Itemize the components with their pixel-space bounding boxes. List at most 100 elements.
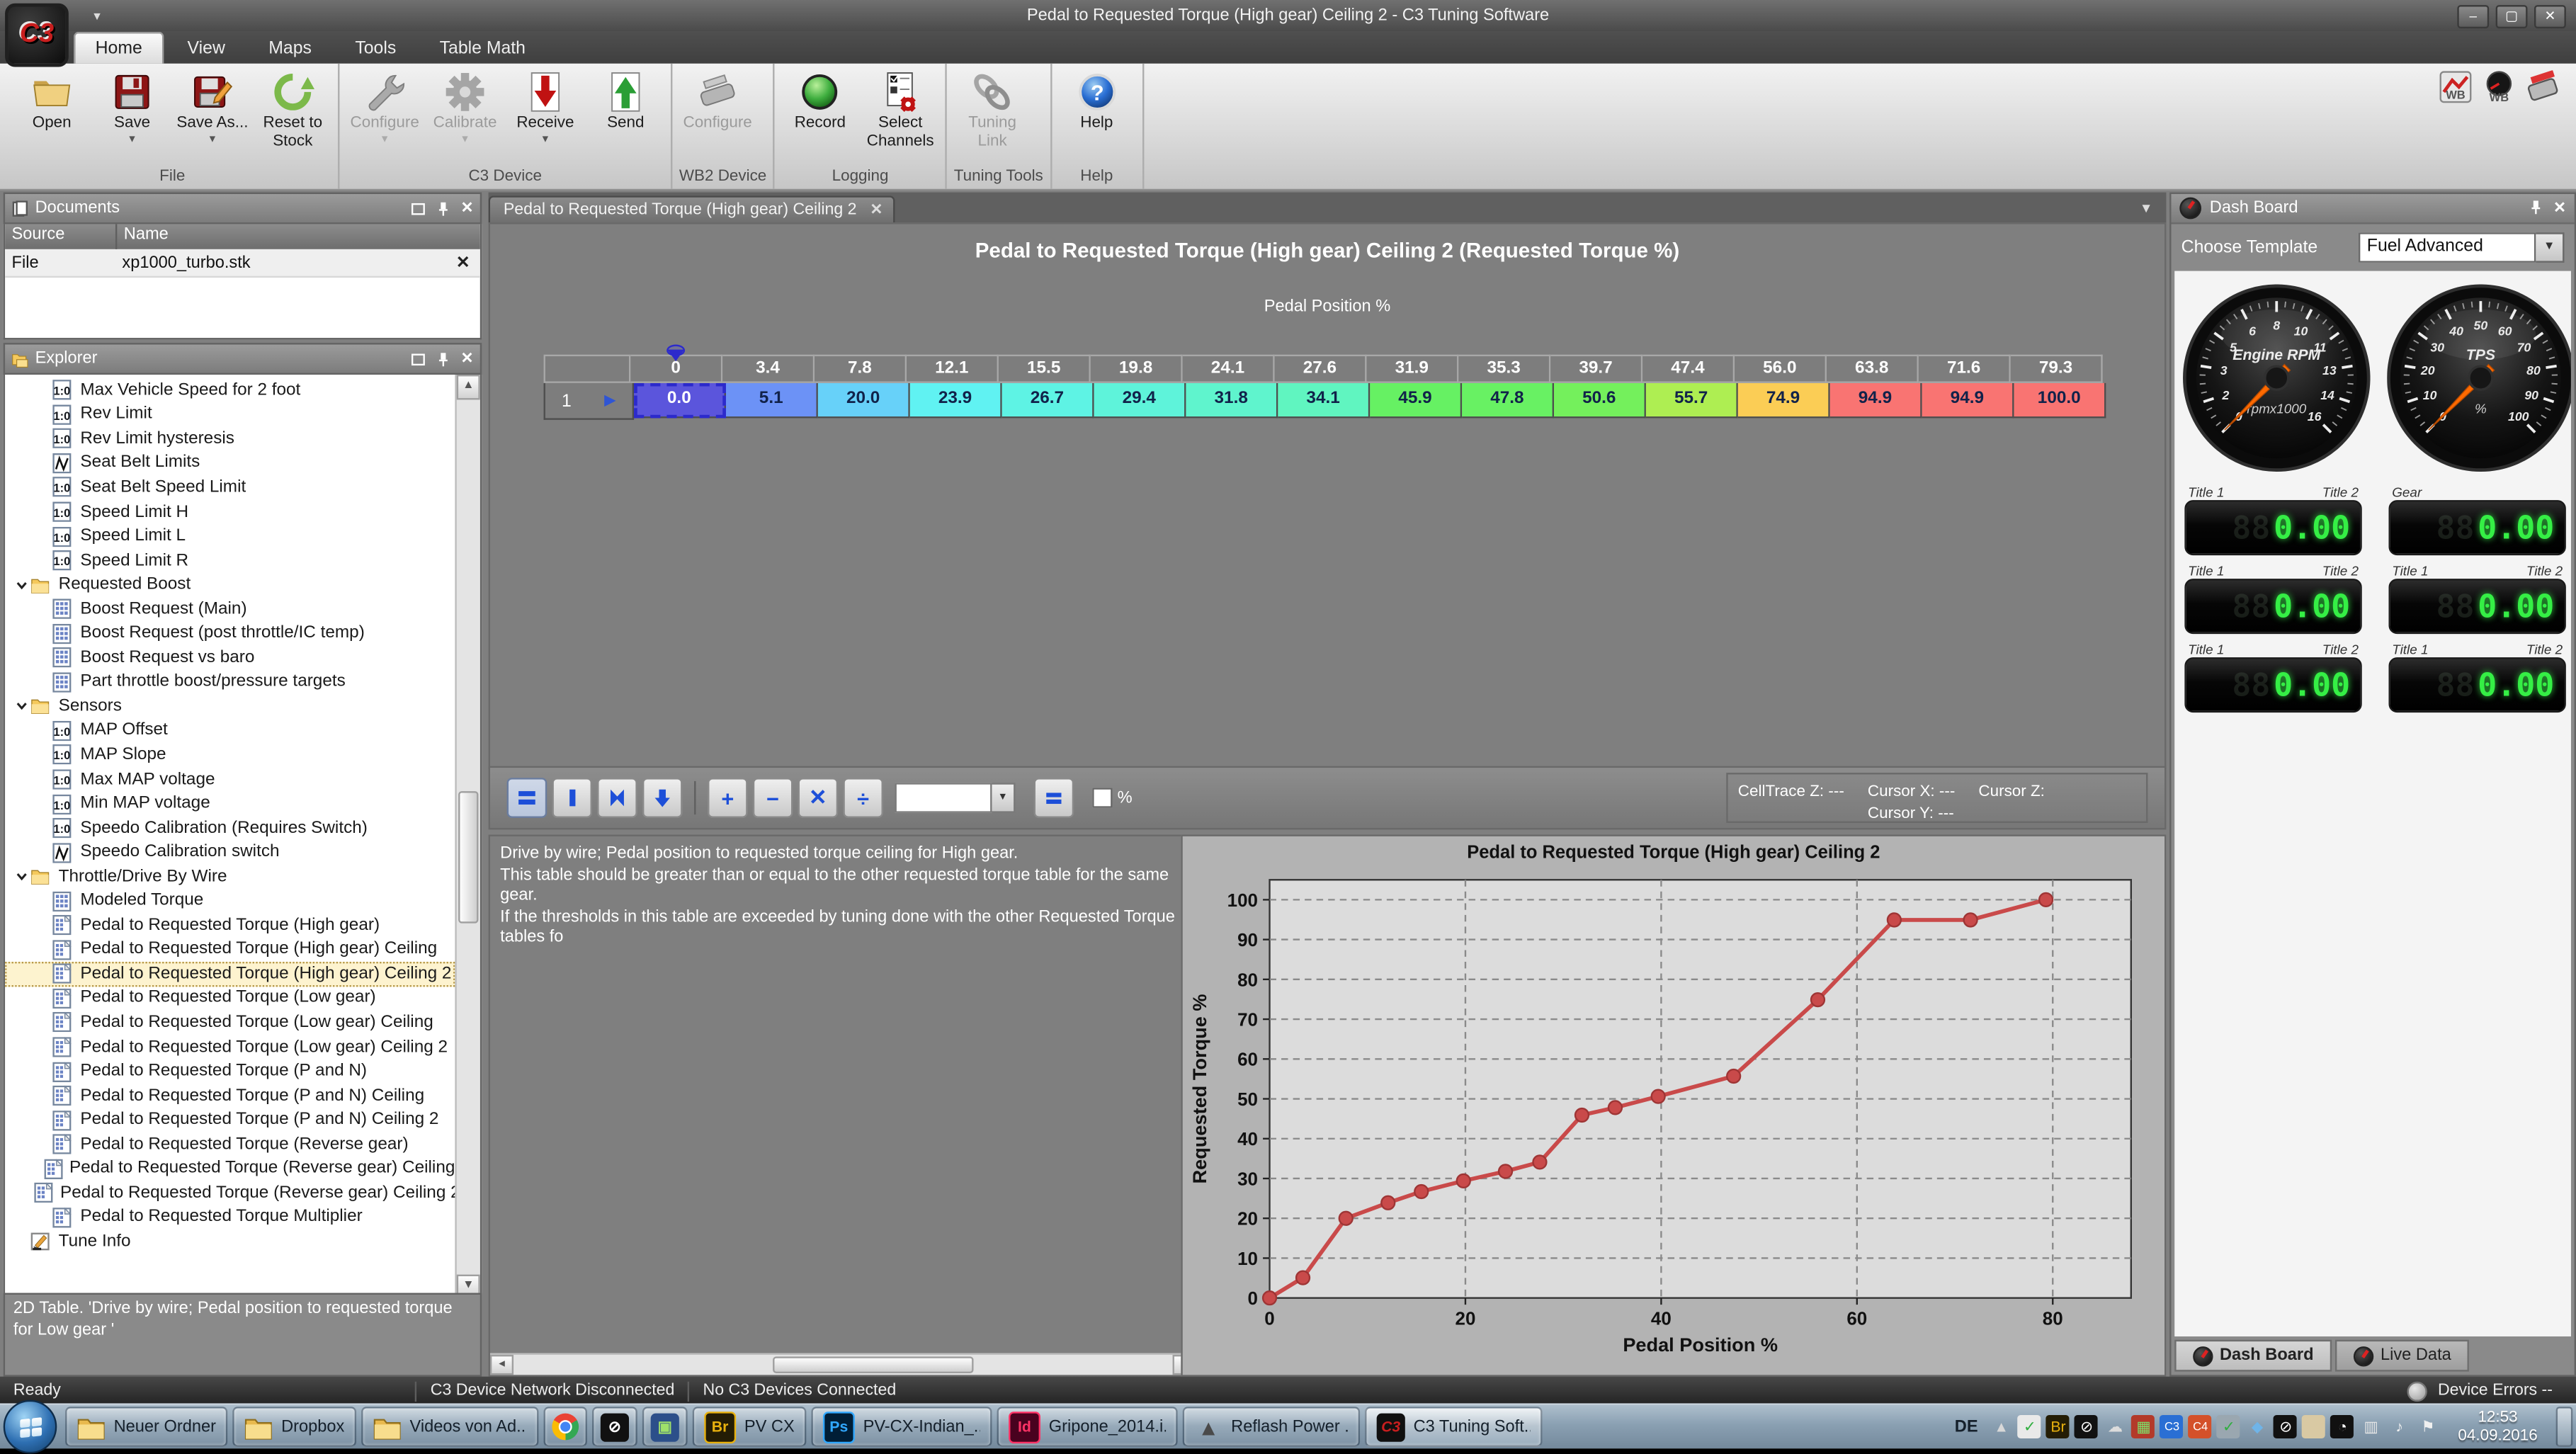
column-header-3.4[interactable]: 3.4	[722, 355, 815, 383]
scrollbar-thumb[interactable]	[458, 791, 478, 924]
table-cell[interactable]: 94.9	[1922, 383, 2014, 419]
fit-cells-button[interactable]	[597, 778, 637, 818]
table-cell[interactable]: 0.0	[634, 383, 726, 419]
save-as-button[interactable]: Save As...▼	[174, 67, 251, 165]
table-cell[interactable]: 47.8	[1462, 383, 1554, 419]
tree-item-sensors[interactable]: Sensors	[5, 694, 455, 718]
notes-horizontal-scrollbar[interactable]: ◄ ►	[490, 1354, 1196, 1376]
tree-item-seat-belt-speed-limit[interactable]: 1:0Seat Belt Speed Limit	[5, 475, 455, 499]
row-header[interactable]: 1▶	[544, 383, 635, 420]
documents-col-name[interactable]: Name	[117, 224, 480, 249]
taskbar-clock[interactable]: 12:5304.09.2016	[2445, 1409, 2551, 1446]
taskbar-pv-cx-indian-button[interactable]: PsPV-CX-Indian_...	[811, 1407, 992, 1448]
tab-list-dropdown-icon[interactable]: ▼	[2140, 200, 2167, 222]
tray-creative-cloud-icon[interactable]: ☁	[2104, 1416, 2127, 1439]
collapse-chevron-icon[interactable]	[12, 700, 30, 713]
float-icon[interactable]	[411, 200, 428, 217]
tree-item-max-vehicle-speed-for-2-foot[interactable]: 1:0Max Vehicle Speed for 2 foot	[5, 378, 455, 402]
value-combobox[interactable]: ▼	[895, 783, 1016, 813]
table-cell[interactable]: 55.7	[1646, 383, 1738, 419]
tree-item-max-map-voltage[interactable]: 1:0Max MAP voltage	[5, 767, 455, 791]
tree-item-seat-belt-limits[interactable]: Seat Belt Limits	[5, 451, 455, 475]
close-panel-icon[interactable]: ✕	[461, 199, 474, 217]
wb-chart-icon[interactable]: WB	[2439, 70, 2472, 103]
minimize-button[interactable]: ‒	[2457, 4, 2489, 28]
ribbon-tab-view[interactable]: View	[167, 33, 245, 64]
configure-button[interactable]: Configure	[679, 67, 756, 165]
close-document-icon[interactable]: ✕	[456, 254, 480, 272]
column-header-31.9[interactable]: 31.9	[1367, 355, 1459, 383]
app-logo-icon[interactable]: C3	[5, 4, 69, 67]
tree-item-pedal-to-requested-torque-reverse-gear-ceiling-2[interactable]: Pedal to Requested Torque (Reverse gear)…	[5, 1181, 455, 1205]
tree-item-min-map-voltage[interactable]: 1:0Min MAP voltage	[5, 792, 455, 816]
column-header-79.3[interactable]: 79.3	[2011, 355, 2103, 383]
tray-gauge-app-icon[interactable]: ◔	[2331, 1416, 2354, 1439]
column-header-7.8[interactable]: 7.8	[815, 355, 907, 383]
column-header-56.0[interactable]: 56.0	[1735, 355, 1827, 383]
tree-item-rev-limit[interactable]: 1:0Rev Limit	[5, 402, 455, 426]
tree-item-pedal-to-requested-torque-p-and-n-ceiling[interactable]: Pedal to Requested Torque (P and N) Ceil…	[5, 1084, 455, 1108]
math-add-button[interactable]: +	[708, 778, 748, 818]
table-cell[interactable]: 100.0	[2014, 383, 2106, 419]
maximize-button[interactable]: ▢	[2496, 4, 2528, 28]
tree-item-throttle-drive-by-wire[interactable]: Throttle/Drive By Wire	[5, 865, 455, 889]
tree-item-boost-request-main[interactable]: Boost Request (Main)	[5, 597, 455, 621]
show-desktop-button[interactable]	[2556, 1407, 2573, 1448]
tree-item-speedo-calibration-requires-switch[interactable]: 1:0Speedo Calibration (Requires Switch)	[5, 816, 455, 840]
tree-item-tune-info[interactable]: Tune Info	[5, 1229, 455, 1254]
column-header-47.4[interactable]: 47.4	[1642, 355, 1735, 383]
tray-action-center-flag-icon[interactable]: ⚑	[2416, 1416, 2439, 1439]
pin-icon[interactable]	[2529, 199, 2546, 216]
tree-item-speedo-calibration-switch[interactable]: Speedo Calibration switch	[5, 840, 455, 864]
tree-item-pedal-to-requested-torque-low-gear[interactable]: Pedal to Requested Torque (Low gear)	[5, 987, 455, 1011]
tree-item-speed-limit-h[interactable]: 1:0Speed Limit H	[5, 500, 455, 524]
taskbar-pv-cx-button[interactable]: BrPV CX	[693, 1407, 807, 1448]
tree-item-map-offset[interactable]: 1:0MAP Offset	[5, 719, 455, 743]
chevron-down-icon[interactable]: ▼	[2536, 232, 2564, 262]
percent-toggle[interactable]: %	[1092, 788, 1132, 807]
tree-item-part-throttle-boost-pressure-targets[interactable]: Part throttle boost/pressure targets	[5, 670, 455, 694]
equalize-columns-button[interactable]	[552, 778, 592, 818]
configure-button[interactable]: Configure▼	[346, 67, 424, 165]
table-cell[interactable]: 20.0	[818, 383, 910, 419]
tree-item-pedal-to-requested-torque-high-gear-ceiling-2[interactable]: Pedal to Requested Torque (High gear) Ce…	[5, 962, 455, 986]
tray-windows-update-icon[interactable]: ◆	[2245, 1416, 2269, 1439]
tray-usb-safely-remove-icon[interactable]: ✓	[2018, 1416, 2041, 1439]
tray-volume-icon[interactable]: ♪	[2388, 1416, 2411, 1439]
column-header-63.8[interactable]: 63.8	[1827, 355, 1919, 383]
collapse-chevron-icon[interactable]	[12, 870, 30, 884]
tuning-link-button[interactable]: Tuning Link	[954, 67, 1031, 165]
tab-live-data[interactable]: Live Data	[2335, 1341, 2470, 1373]
pin-icon[interactable]	[436, 200, 453, 217]
taskbar-remote-button[interactable]: ▣	[642, 1407, 688, 1448]
language-indicator[interactable]: DE	[1948, 1418, 1985, 1436]
math-divide-button[interactable]: ÷	[843, 778, 883, 818]
tree-item-requested-boost[interactable]: Requested Boost	[5, 573, 455, 597]
ribbon-tab-home[interactable]: Home	[74, 32, 164, 64]
float-icon[interactable]	[411, 351, 428, 368]
chevron-down-icon[interactable]: ▼	[992, 783, 1015, 813]
tree-item-pedal-to-requested-torque-reverse-gear[interactable]: Pedal to Requested Torque (Reverse gear)	[5, 1132, 455, 1157]
column-header-19.8[interactable]: 19.8	[1091, 355, 1183, 383]
template-select[interactable]: Fuel Advanced ▼	[2359, 232, 2564, 262]
receive-button[interactable]: Receive▼	[507, 67, 584, 165]
column-header-24.1[interactable]: 24.1	[1183, 355, 1275, 383]
wb-gauge-icon[interactable]: WB	[2483, 70, 2516, 103]
tray-affinity-2-icon[interactable]: ⊘	[2274, 1416, 2298, 1439]
calibrate-button[interactable]: Calibrate▼	[426, 67, 504, 165]
ribbon-tab-tools[interactable]: Tools	[335, 33, 416, 64]
open-button[interactable]: Open	[13, 67, 91, 165]
tree-item-map-slope[interactable]: 1:0MAP Slope	[5, 743, 455, 767]
math-subtract-button[interactable]: −	[753, 778, 793, 818]
scrollbar-thumb[interactable]	[773, 1357, 974, 1374]
tray-affinity-icon[interactable]: ⊘	[2075, 1416, 2099, 1439]
start-button[interactable]	[4, 1401, 57, 1454]
tray-cc3-icon[interactable]: C3	[2160, 1416, 2184, 1439]
table-cell[interactable]: 23.9	[910, 383, 1002, 419]
help-button[interactable]: ?Help	[1058, 67, 1135, 165]
scroll-up-icon[interactable]: ▲	[457, 375, 480, 399]
tree-item-speed-limit-l[interactable]: 1:0Speed Limit L	[5, 524, 455, 548]
tree-item-rev-limit-hysteresis[interactable]: 1:0Rev Limit hysteresis	[5, 426, 455, 450]
record-button[interactable]: Record	[782, 67, 859, 165]
tree-item-pedal-to-requested-torque-high-gear[interactable]: Pedal to Requested Torque (High gear)	[5, 914, 455, 938]
